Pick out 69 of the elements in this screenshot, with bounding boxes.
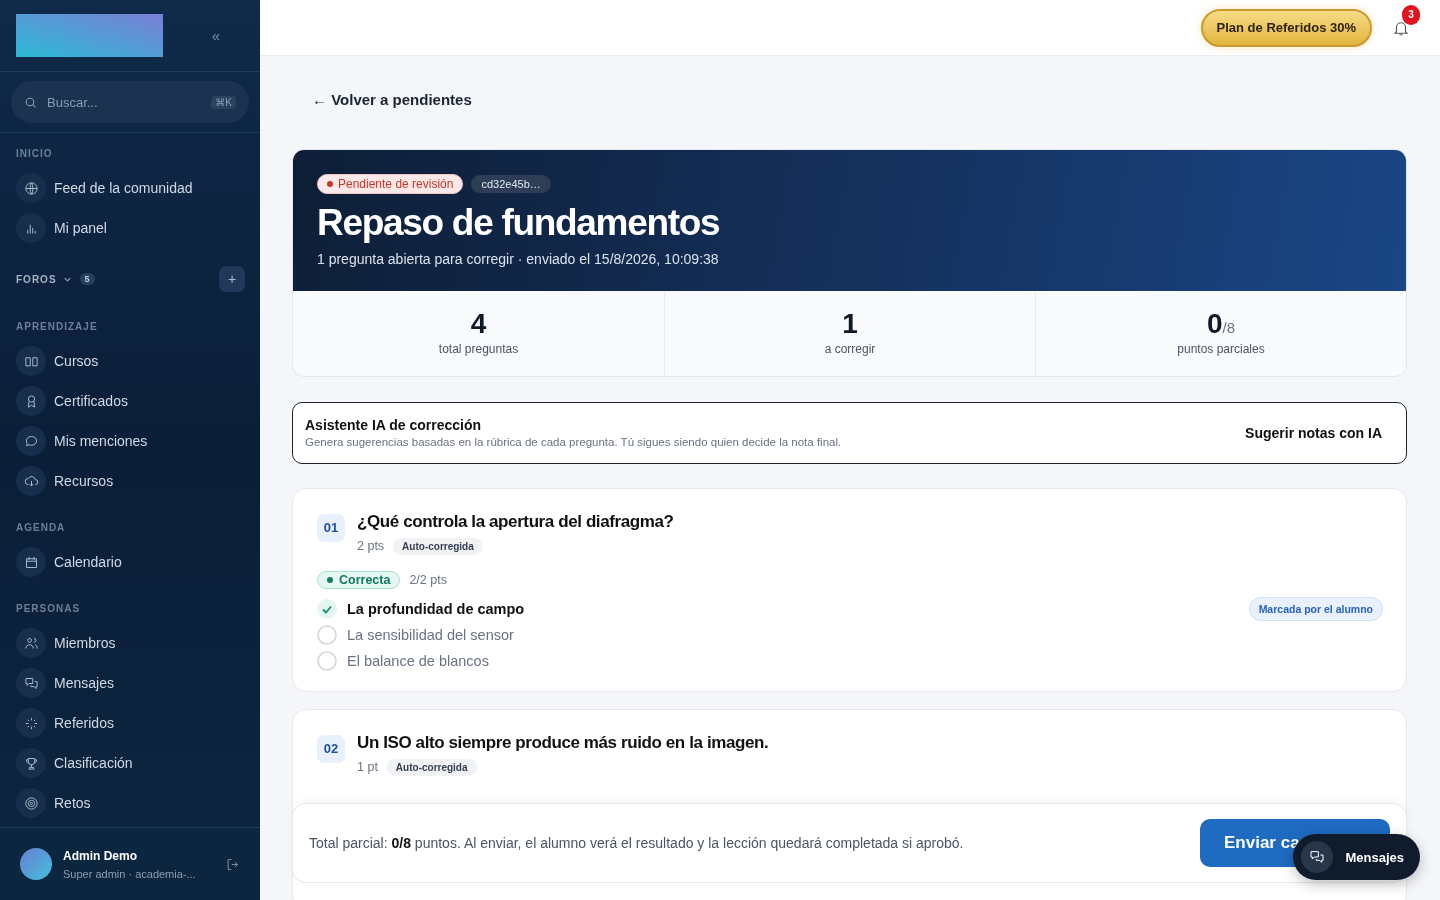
option-text: El balance de blancos xyxy=(347,652,489,669)
question-number: 01 xyxy=(317,513,345,542)
nav-item[interactable]: Cursos xyxy=(16,341,244,381)
nav-icon xyxy=(23,795,39,811)
section-toggle[interactable]: FOROS xyxy=(16,273,72,285)
notification-badge: 3 xyxy=(1402,4,1420,25)
suggest-grades-button[interactable]: Sugerir notas con IA xyxy=(1245,424,1382,441)
nav-icon xyxy=(23,675,39,691)
nav-item[interactable]: Referidos xyxy=(16,703,244,743)
chat-bubbles-icon xyxy=(1309,849,1326,865)
section-label: INICIO xyxy=(16,148,54,159)
question-number: 02 xyxy=(317,734,345,763)
avatar xyxy=(20,848,52,880)
nav-icon xyxy=(23,635,39,651)
search-bar[interactable]: Buscar... ⌘K xyxy=(11,81,249,123)
stat-label: a corregir xyxy=(824,342,876,357)
referral-plan-button[interactable]: Plan de Referidos 30% xyxy=(1200,8,1372,47)
count-badge: 5 xyxy=(79,273,95,285)
nav-icon xyxy=(23,755,39,771)
search-icon xyxy=(24,95,37,109)
nav-icon xyxy=(23,473,39,489)
nav-item[interactable]: Recursos xyxy=(16,461,244,501)
stat-value: 0/8 xyxy=(1206,310,1236,339)
panel-description: Genera sugerencias basadas en la rúbrica de cada pregunta. Tú sigues siendo quien decide la nota final. xyxy=(305,436,843,449)
nav-item[interactable]: Feed de la comunidad xyxy=(16,168,244,208)
question-points: 1 pt xyxy=(357,760,378,775)
page-title: Repaso de fundamentos xyxy=(317,204,721,243)
status-badge: Pendiente de revisión xyxy=(317,174,464,194)
option-text: La sensibilidad del sensor xyxy=(347,626,514,643)
page-subtitle: 1 pregunta abierta para corregir · enviado el 15/8/2026, 10:09:38 xyxy=(317,250,720,267)
shortcut-hint: ⌘K xyxy=(211,95,236,109)
nav-item[interactable]: Retos xyxy=(16,783,244,823)
nav-item[interactable]: Calendario xyxy=(16,542,244,582)
result-score: 2/2 pts xyxy=(409,572,447,587)
panel-title: Asistente IA de corrección xyxy=(305,417,483,434)
stat-value: 4 xyxy=(470,310,487,339)
stat-value: 1 xyxy=(842,310,858,339)
logout-icon[interactable] xyxy=(225,856,240,872)
section-label: AGENDA xyxy=(16,522,67,533)
id-badge: cd32e45b… xyxy=(471,175,551,193)
nav-item[interactable]: Mi panel xyxy=(16,208,244,248)
nav-item[interactable]: Mis menciones xyxy=(16,421,244,461)
search-field[interactable]: Buscar... xyxy=(45,93,204,111)
section-label: PERSONAS xyxy=(16,603,82,614)
nav-item[interactable]: Certificados xyxy=(16,381,244,421)
nav-icon xyxy=(23,715,39,731)
nav-item[interactable]: Miembros xyxy=(16,623,244,663)
stat-label: puntos parciales xyxy=(1177,342,1265,357)
add-button[interactable]: + xyxy=(219,266,245,292)
nav-item[interactable]: Clasificación xyxy=(16,743,244,783)
nav-item[interactable]: Mensajes xyxy=(16,663,244,703)
result-badge: Correcta xyxy=(317,570,401,589)
type-badge: Auto-corregida xyxy=(393,537,483,555)
nav-icon xyxy=(23,554,39,570)
stat-label: total preguntas xyxy=(438,342,519,357)
user-name: Admin Demo xyxy=(63,848,138,863)
back-link[interactable]: ← Volver a pendientes xyxy=(312,86,1407,114)
nav-icon xyxy=(23,433,39,449)
question-title: ¿Qué controla la apertura del diafragma? xyxy=(357,511,674,532)
summary-text: Total parcial: 0/8 puntos. Al enviar, el alumno verá el resultado y la lección quedará completada si aprobó. xyxy=(309,835,965,851)
section-label: APRENDIZAJE xyxy=(16,321,99,332)
collapse-button[interactable]: « xyxy=(211,27,220,44)
question-points: 2 pts xyxy=(357,539,385,554)
user-role: Super admin · academia-... xyxy=(63,867,197,880)
nav-icon xyxy=(23,180,39,196)
question-title: Un ISO alto siempre produce más ruido en la imagen. xyxy=(357,732,769,753)
option-text: La profundidad de campo xyxy=(347,600,525,617)
type-badge: Auto-corregida xyxy=(386,758,477,776)
student-choice-badge: Marcada por el alumno xyxy=(1248,596,1383,621)
